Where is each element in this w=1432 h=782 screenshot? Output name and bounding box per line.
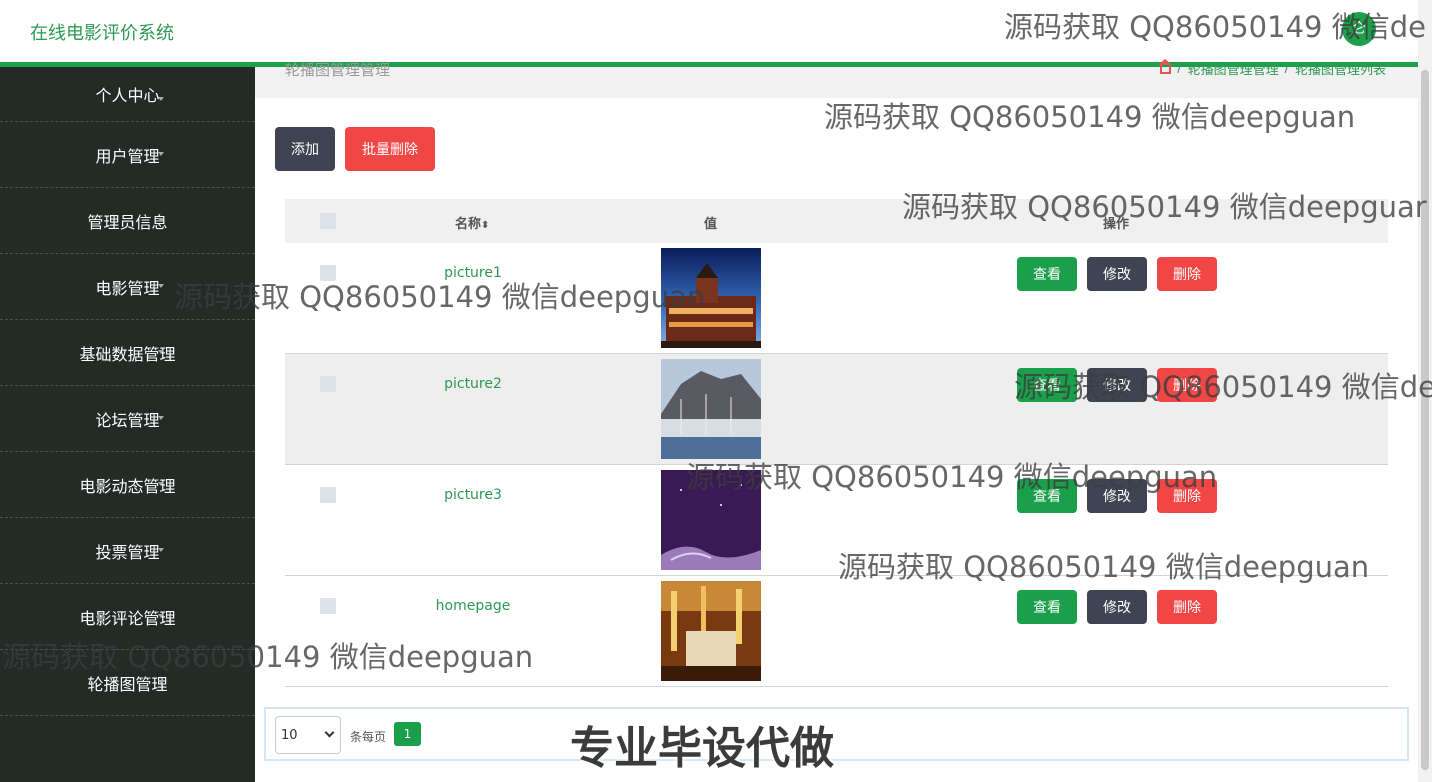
caret-down-icon	[158, 152, 164, 156]
sidebar: 个人中心 用户管理 管理员信息 电影管理 基础数据管理 论坛管理 电影动态管理 …	[0, 67, 255, 782]
caret-down-icon	[158, 350, 164, 354]
breadcrumb-trail: / 轮播图管理管理 / 轮播图管理列表	[1158, 58, 1386, 78]
thumbnail-image	[661, 470, 761, 570]
breadcrumb-item: 轮播图管理列表	[1294, 63, 1386, 78]
caret-down-icon	[158, 548, 164, 552]
caret-down-icon	[158, 97, 164, 101]
sidebar-item-carousel[interactable]: 轮播图管理	[0, 650, 255, 716]
row-checkbox[interactable]	[320, 265, 336, 281]
column-header-actions: 操作	[1103, 217, 1130, 232]
edit-button[interactable]: 修改	[1087, 257, 1147, 291]
row-checkbox[interactable]	[320, 487, 336, 503]
sidebar-item-label: 投票管理	[95, 542, 160, 562]
thumbnail-image	[661, 248, 761, 348]
edit-button[interactable]: 修改	[1087, 368, 1147, 402]
caret-down-icon	[158, 680, 164, 684]
breadcrumb-separator: /	[1284, 61, 1289, 76]
sidebar-item-personal-center[interactable]: 个人中心	[0, 67, 255, 122]
row-name[interactable]: picture2	[373, 376, 573, 392]
home-icon[interactable]	[1158, 58, 1173, 74]
app-title: 在线电影评价系统	[30, 23, 174, 44]
sidebar-item-movie-news[interactable]: 电影动态管理	[0, 452, 255, 518]
row-actions: 查看 修改 删除	[1017, 368, 1217, 402]
sidebar-item-admin-info[interactable]: 管理员信息	[0, 188, 255, 254]
sidebar-item-label: 用户管理	[95, 146, 160, 166]
view-button[interactable]: 查看	[1017, 590, 1077, 624]
watermark-banner: 专业毕设代做	[570, 723, 834, 774]
column-header-name[interactable]: 名称⬍	[455, 213, 489, 232]
top-bar: 在线电影评价系统 仑	[0, 0, 1432, 62]
column-header-value: 值	[704, 217, 718, 232]
caret-down-icon	[158, 284, 164, 288]
chevron-down-icon	[324, 727, 335, 738]
sidebar-item-vote[interactable]: 投票管理	[0, 518, 255, 584]
page-title: 轮播图管理管理	[285, 61, 391, 79]
select-all-checkbox[interactable]	[320, 213, 336, 229]
delete-button[interactable]: 删除	[1157, 257, 1217, 291]
sort-icon[interactable]: ⬍	[481, 220, 489, 231]
page-number-button[interactable]: 1	[394, 722, 421, 746]
edit-button[interactable]: 修改	[1087, 590, 1147, 624]
sidebar-item-base-data[interactable]: 基础数据管理	[0, 320, 255, 386]
main-content: 轮播图管理管理 / 轮播图管理管理 / 轮播图管理列表 添加 批量删除 名称⬍ …	[255, 58, 1418, 782]
caret-down-icon	[158, 614, 164, 618]
table-row: picture1 查看 修改 删除	[285, 243, 1388, 354]
page-size-value: 10	[281, 727, 298, 743]
per-page-label: 条每页	[350, 730, 387, 744]
sidebar-item-user-management[interactable]: 用户管理	[0, 122, 255, 188]
vertical-scrollbar[interactable]	[1418, 0, 1432, 782]
view-button[interactable]: 查看	[1017, 368, 1077, 402]
row-name[interactable]: homepage	[373, 598, 573, 614]
delete-button[interactable]: 删除	[1157, 479, 1217, 513]
user-avatar-icon[interactable]: 仑	[1342, 12, 1376, 46]
view-button[interactable]: 查看	[1017, 257, 1077, 291]
batch-delete-button[interactable]: 批量删除	[345, 127, 435, 171]
table-row: homepage 查看 修改 删除	[285, 576, 1388, 687]
sidebar-item-label: 管理员信息	[87, 212, 168, 232]
row-name[interactable]: picture1	[373, 265, 573, 281]
breadcrumb-item[interactable]: 轮播图管理管理	[1188, 59, 1279, 78]
sidebar-item-label: 个人中心	[95, 86, 160, 105]
caret-down-icon	[158, 218, 164, 222]
sidebar-item-label: 电影管理	[95, 278, 160, 298]
row-actions: 查看 修改 删除	[1017, 479, 1217, 513]
add-button[interactable]: 添加	[275, 127, 335, 171]
delete-button[interactable]: 删除	[1157, 590, 1217, 624]
pagination: 10 条每页 1	[264, 707, 1409, 761]
page-size-select[interactable]: 10	[275, 716, 341, 754]
sidebar-item-forum[interactable]: 论坛管理	[0, 386, 255, 452]
view-button[interactable]: 查看	[1017, 479, 1077, 513]
caret-down-icon	[158, 482, 164, 486]
sidebar-item-movie-review[interactable]: 电影评论管理	[0, 584, 255, 650]
thumbnail-image	[661, 581, 761, 681]
thumbnail-image	[661, 359, 761, 459]
table-row: picture3 查看 修改 删除	[285, 465, 1388, 576]
sidebar-item-movie-management[interactable]: 电影管理	[0, 254, 255, 320]
caret-down-icon	[158, 416, 164, 420]
table-header: 名称⬍ 值 操作	[285, 199, 1388, 243]
table-row: picture2 查看 修改 删除	[285, 354, 1388, 465]
edit-button[interactable]: 修改	[1087, 479, 1147, 513]
breadcrumb: 轮播图管理管理 / 轮播图管理管理 / 轮播图管理列表	[255, 58, 1418, 98]
row-name[interactable]: picture3	[373, 487, 573, 503]
delete-button[interactable]: 删除	[1157, 368, 1217, 402]
row-checkbox[interactable]	[320, 598, 336, 614]
carousel-table: 名称⬍ 值 操作 picture1 查看 修改 删除 picture2 查看 修…	[285, 199, 1388, 687]
row-checkbox[interactable]	[320, 376, 336, 392]
sidebar-item-label: 轮播图管理	[87, 674, 168, 694]
row-actions: 查看 修改 删除	[1017, 590, 1217, 624]
row-actions: 查看 修改 删除	[1017, 257, 1217, 291]
breadcrumb-separator: /	[1177, 61, 1182, 76]
scrollbar-thumb[interactable]	[1421, 70, 1429, 770]
sidebar-item-label: 论坛管理	[95, 410, 160, 430]
